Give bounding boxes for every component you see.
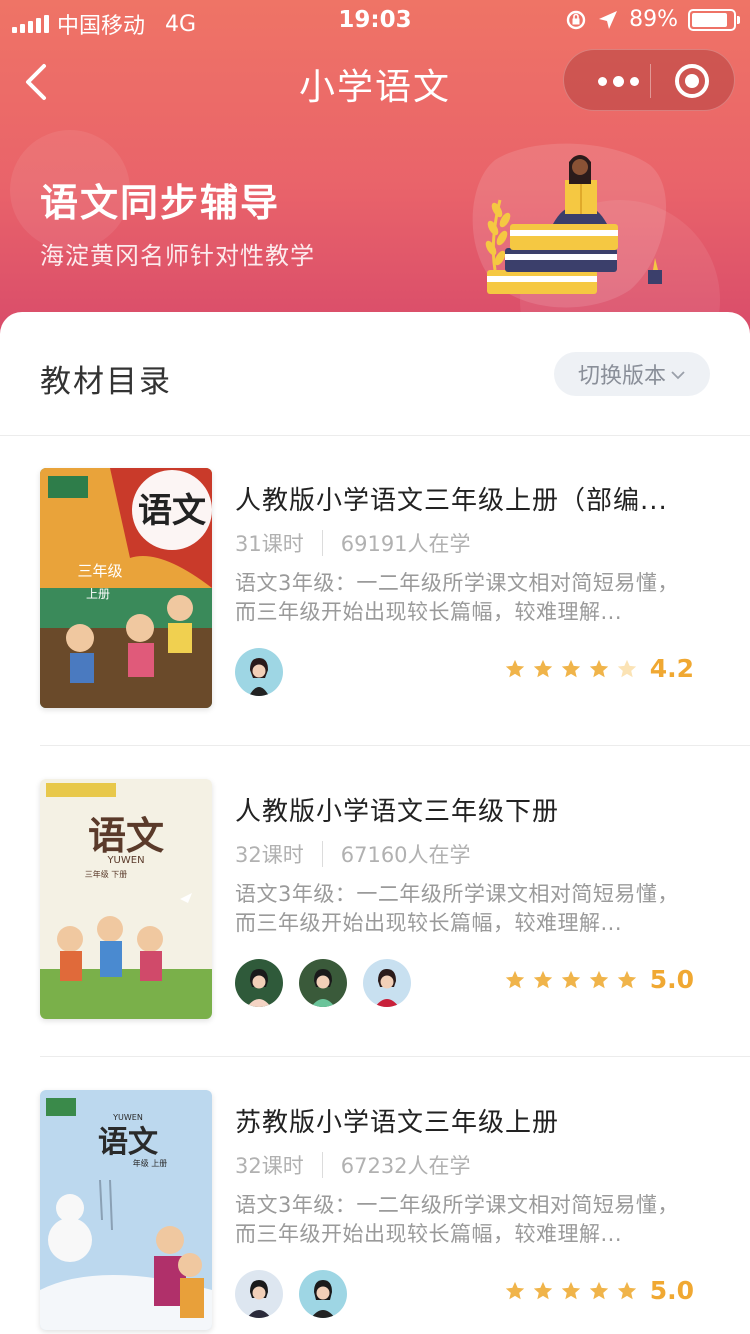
nav-bar: 小学语文 <box>0 44 750 120</box>
close-miniprogram-button[interactable] <box>675 64 709 98</box>
star-icon <box>533 659 552 677</box>
book-meta: 32课时 67160人在学 <box>235 839 471 869</box>
book-item[interactable]: 语文 YUWEN 三年级 下册 人教版小学语文三年级下册 32课时 67160人… <box>40 747 750 1057</box>
learner-count: 67232人在学 <box>340 1154 471 1178</box>
book-cover: 语文 YUWEN 年级 上册 <box>40 1090 212 1330</box>
teacher-avatars <box>235 1270 347 1318</box>
orientation-lock-icon <box>566 10 586 29</box>
reading-girl-illustration <box>472 143 667 308</box>
book-meta: 31课时 69191人在学 <box>235 528 471 558</box>
teacher-avatar <box>299 959 347 1007</box>
meta-divider <box>321 530 323 556</box>
meta-divider <box>321 841 323 867</box>
cover-title: 语文 <box>88 813 164 858</box>
book-description: 语文3年级：一二年级所学课文相对简短易懂，而三年级开始出现较长篇幅，较难理解..… <box>235 571 679 624</box>
teacher-avatar <box>235 959 283 1007</box>
lesson-count: 32课时 <box>235 1154 304 1178</box>
catalog-title: 教材目录 <box>40 364 172 400</box>
star-icon <box>533 970 552 988</box>
teacher-avatar <box>363 959 411 1007</box>
learner-count: 67160人在学 <box>340 843 471 867</box>
location-arrow-icon <box>599 10 618 29</box>
capsule-divider <box>650 64 651 98</box>
rating: 4.2 <box>504 654 694 683</box>
star-icon <box>561 659 580 677</box>
teacher-avatar <box>235 648 283 696</box>
cover-volume: 三年级 下册 <box>85 869 128 879</box>
teacher-avatar <box>299 1270 347 1318</box>
teacher-avatar <box>235 1270 283 1318</box>
learner-count: 69191人在学 <box>340 532 471 556</box>
cover-volume: 上册 <box>86 587 110 601</box>
book-title[interactable]: 人教版小学语文三年级下册 <box>235 791 705 828</box>
book-item[interactable]: 语文 YUWEN 年级 上册 苏教版小学语文三年级上册 32课时 67232人在… <box>40 1058 750 1334</box>
star-icon <box>505 659 524 677</box>
cover-subtitle: YUWEN <box>106 855 144 866</box>
star-icon <box>589 970 608 988</box>
book-cover: 语文 YUWEN 三年级 下册 <box>40 779 212 1019</box>
rating-score: 5.0 <box>649 1276 694 1305</box>
cover-grade: 三年级 <box>77 562 122 580</box>
star-icon <box>561 1281 580 1299</box>
teacher-avatars <box>235 648 283 696</box>
star-icon <box>505 970 524 988</box>
lesson-count: 31课时 <box>235 532 304 556</box>
book-title[interactable]: 苏教版小学语文三年级上册 <box>235 1102 705 1139</box>
cover-title: 语文 <box>98 1125 158 1160</box>
chevron-down-icon <box>671 371 685 380</box>
more-button[interactable] <box>588 50 648 112</box>
cover-title: 语文 <box>138 491 206 531</box>
rating-score: 5.0 <box>649 965 694 994</box>
star-icon <box>533 1281 552 1299</box>
status-bar: 中国移动 4G 19:03 89% <box>0 0 750 40</box>
rating: 5.0 <box>504 1276 694 1305</box>
cover-subtitle: YUWEN <box>112 1113 143 1122</box>
catalog-header: 教材目录 切换版本 <box>0 312 750 436</box>
book-meta: 32课时 67232人在学 <box>235 1150 471 1180</box>
star-outline-icon <box>617 659 636 677</box>
teacher-avatars <box>235 959 411 1007</box>
catalog-panel: 教材目录 切换版本 语文 三年级 上册 人教版小学语文三年级上册（部编... 3… <box>0 312 750 1334</box>
banner-subtitle: 海淀黄冈名师针对性教学 <box>40 242 315 270</box>
book-description: 语文3年级：一二年级所学课文相对简短易懂，而三年级开始出现较长篇幅，较难理解..… <box>235 882 679 935</box>
banner-title: 语文同步辅导 <box>40 180 281 225</box>
header-banner: 中国移动 4G 19:03 89% 小学语文 语文同步辅导 海淀黄冈名师针对性教… <box>0 0 750 340</box>
switch-version-label: 切换版本 <box>577 364 666 389</box>
star-icon <box>561 970 580 988</box>
star-icon <box>589 659 608 677</box>
battery-percent: 89% <box>629 7 678 32</box>
cover-volume: 年级 上册 <box>133 1158 168 1168</box>
miniprogram-capsule <box>563 49 735 111</box>
rating-score: 4.2 <box>649 654 694 683</box>
star-icon <box>617 970 636 988</box>
book-item[interactable]: 语文 三年级 上册 人教版小学语文三年级上册（部编... 31课时 69191人… <box>40 436 750 746</box>
rating: 5.0 <box>504 965 694 994</box>
star-icon <box>617 1281 636 1299</box>
lesson-count: 32课时 <box>235 843 304 867</box>
star-icon <box>505 1281 524 1299</box>
switch-version-button[interactable]: 切换版本 <box>554 352 710 396</box>
battery-icon <box>688 8 740 31</box>
book-description: 语文3年级：一二年级所学课文相对简短易懂，而三年级开始出现较长篇幅，较难理解..… <box>235 1193 679 1246</box>
book-title[interactable]: 人教版小学语文三年级上册（部编... <box>235 480 705 517</box>
book-cover: 语文 三年级 上册 <box>40 468 212 708</box>
meta-divider <box>321 1152 323 1178</box>
star-icon <box>589 1281 608 1299</box>
